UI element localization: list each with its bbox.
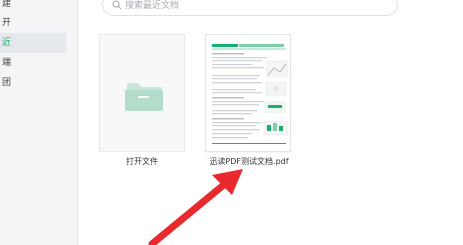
sidebar-item-open[interactable]: 开 (0, 13, 66, 33)
pdf-file-label[interactable]: 迅读PDF测试文档.pdf (199, 156, 299, 167)
sidebar-item-label: 近 (2, 38, 12, 48)
sidebar: 建 开 近 端 团 (0, 0, 78, 245)
sidebar-item-label: 团 (2, 78, 12, 88)
main-content: 搜索最近文档 打开文件 迅读PDF测试文档.pdf (78, 0, 463, 245)
search-icon (112, 0, 122, 10)
sidebar-item-new[interactable]: 建 (0, 0, 66, 14)
open-file-label[interactable]: 打开文件 (99, 156, 185, 167)
search-bar[interactable]: 搜索最近文档 (102, 0, 398, 16)
sidebar-item-cloud[interactable]: 端 (0, 53, 66, 73)
pdf-file-card[interactable] (205, 34, 291, 152)
sidebar-item-team[interactable]: 团 (0, 73, 66, 93)
sidebar-item-label: 端 (2, 58, 12, 68)
sidebar-item-recent[interactable]: 近 (0, 33, 66, 53)
sidebar-item-label: 开 (2, 18, 12, 28)
search-input[interactable]: 搜索最近文档 (125, 0, 179, 11)
folder-icon (125, 83, 163, 111)
pdf-thumbnail (212, 44, 289, 144)
open-file-card[interactable] (99, 34, 185, 152)
sidebar-item-label: 建 (2, 0, 12, 9)
